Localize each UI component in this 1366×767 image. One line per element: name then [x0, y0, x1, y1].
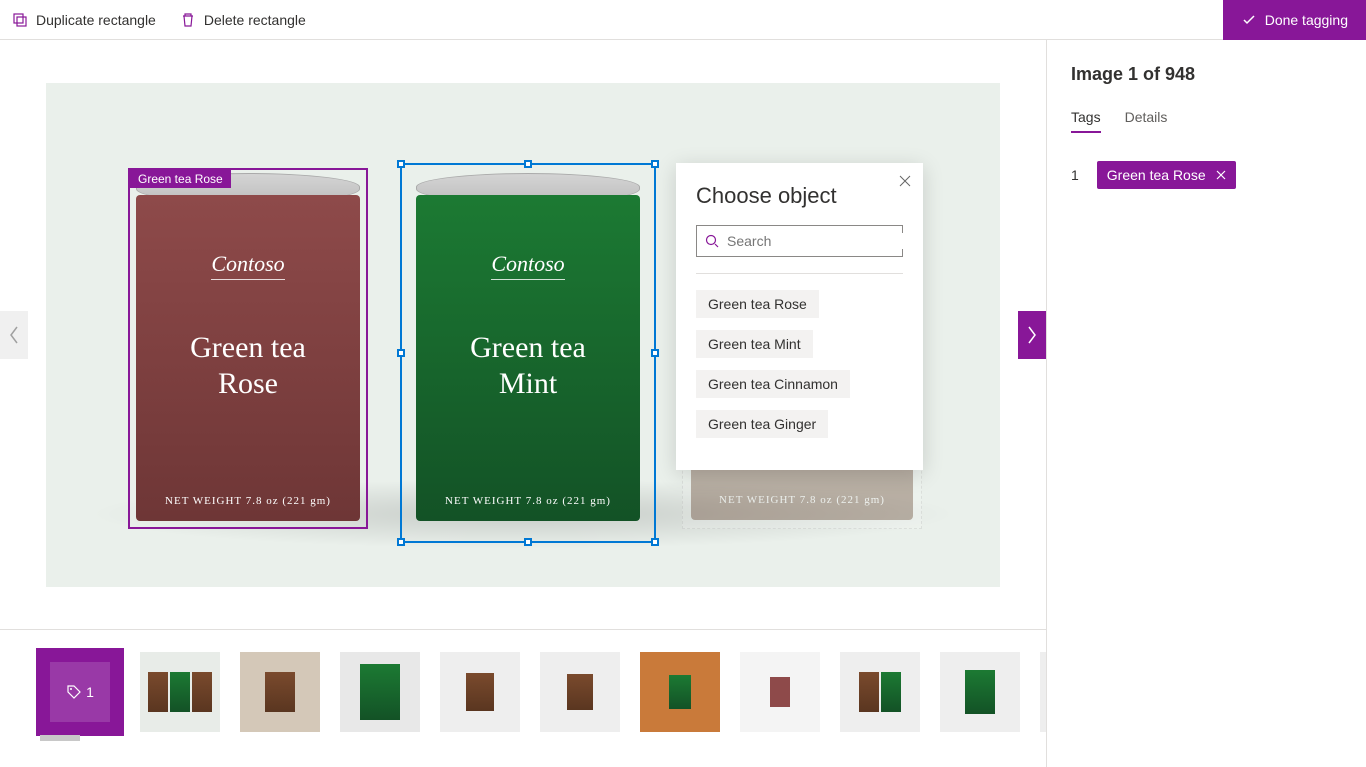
- image-canvas[interactable]: Contoso Green tea Rose NET WEIGHT 7.8 oz…: [46, 83, 1000, 587]
- delete-label: Delete rectangle: [204, 12, 306, 28]
- filmstrip-scrollbar[interactable]: [40, 735, 80, 741]
- detail-panel: Image 1 of 948 Tags Details 1 Green tea …: [1046, 40, 1366, 767]
- search-input-wrapper[interactable]: [696, 225, 903, 257]
- weight-label: NET WEIGHT 7.8 oz (221 gm): [719, 494, 885, 506]
- top-toolbar: Duplicate rectangle Delete rectangle: [0, 0, 1366, 40]
- image-counter: Image 1 of 948: [1071, 64, 1342, 85]
- resize-handle[interactable]: [651, 349, 659, 357]
- done-tagging-button[interactable]: Done tagging: [1223, 0, 1366, 40]
- thumbnail-active[interactable]: 1: [40, 652, 120, 732]
- tab-details[interactable]: Details: [1125, 109, 1168, 133]
- resize-handle[interactable]: [397, 349, 405, 357]
- filmstrip: 1: [0, 629, 1046, 767]
- tag-row: 1 Green tea Rose: [1071, 161, 1342, 189]
- tag-option[interactable]: Green tea Rose: [696, 290, 819, 318]
- close-popover-button[interactable]: [899, 175, 911, 187]
- tag-count: 1: [1071, 167, 1079, 183]
- bbox-tag-label: Green tea Rose: [130, 170, 231, 188]
- resize-handle[interactable]: [651, 538, 659, 546]
- resize-handle[interactable]: [397, 160, 405, 168]
- next-image-button[interactable]: [1018, 311, 1046, 359]
- tab-tags[interactable]: Tags: [1071, 109, 1101, 133]
- done-label: Done tagging: [1265, 12, 1348, 28]
- tag-option[interactable]: Green tea Ginger: [696, 410, 828, 438]
- tag-option[interactable]: Green tea Mint: [696, 330, 813, 358]
- thumbnail[interactable]: [340, 652, 420, 732]
- search-input[interactable]: [727, 233, 908, 249]
- thumbnail[interactable]: [240, 652, 320, 732]
- thumbnail[interactable]: [540, 652, 620, 732]
- thumbnail[interactable]: [740, 652, 820, 732]
- trash-icon: [180, 12, 196, 28]
- thumbnail[interactable]: [440, 652, 520, 732]
- thumbnail[interactable]: [1040, 652, 1046, 732]
- thumbnail[interactable]: [140, 652, 220, 732]
- bounding-box-tagged[interactable]: Green tea Rose: [128, 168, 368, 529]
- delete-rectangle-button[interactable]: Delete rectangle: [180, 12, 306, 28]
- tag-icon: [66, 684, 82, 700]
- bounding-box-selected[interactable]: [400, 163, 656, 543]
- thumbnail[interactable]: [640, 652, 720, 732]
- tag-chip-label: Green tea Rose: [1107, 167, 1206, 183]
- resize-handle[interactable]: [397, 538, 405, 546]
- thumbnail[interactable]: [940, 652, 1020, 732]
- main-canvas-area: Contoso Green tea Rose NET WEIGHT 7.8 oz…: [0, 40, 1046, 629]
- popover-title: Choose object: [696, 183, 903, 209]
- resize-handle[interactable]: [524, 538, 532, 546]
- close-icon: [899, 175, 911, 187]
- chevron-left-icon: [8, 325, 20, 345]
- search-icon: [705, 234, 719, 248]
- resize-handle[interactable]: [651, 160, 659, 168]
- duplicate-label: Duplicate rectangle: [36, 12, 156, 28]
- panel-tabs: Tags Details: [1071, 109, 1342, 133]
- prev-image-button[interactable]: [0, 311, 28, 359]
- chevron-right-icon: [1026, 325, 1038, 345]
- duplicate-rectangle-button[interactable]: Duplicate rectangle: [12, 12, 156, 28]
- divider: [696, 273, 903, 274]
- thumbnail-tag-count: 1: [86, 684, 94, 700]
- resize-handle[interactable]: [524, 160, 532, 168]
- duplicate-icon: [12, 12, 28, 28]
- choose-object-popover: Choose object Green tea Rose Green tea M…: [676, 163, 923, 470]
- thumbnail[interactable]: [840, 652, 920, 732]
- check-icon: [1241, 12, 1257, 28]
- tag-chip[interactable]: Green tea Rose: [1097, 161, 1236, 189]
- remove-tag-icon[interactable]: [1216, 170, 1226, 180]
- tag-option[interactable]: Green tea Cinnamon: [696, 370, 850, 398]
